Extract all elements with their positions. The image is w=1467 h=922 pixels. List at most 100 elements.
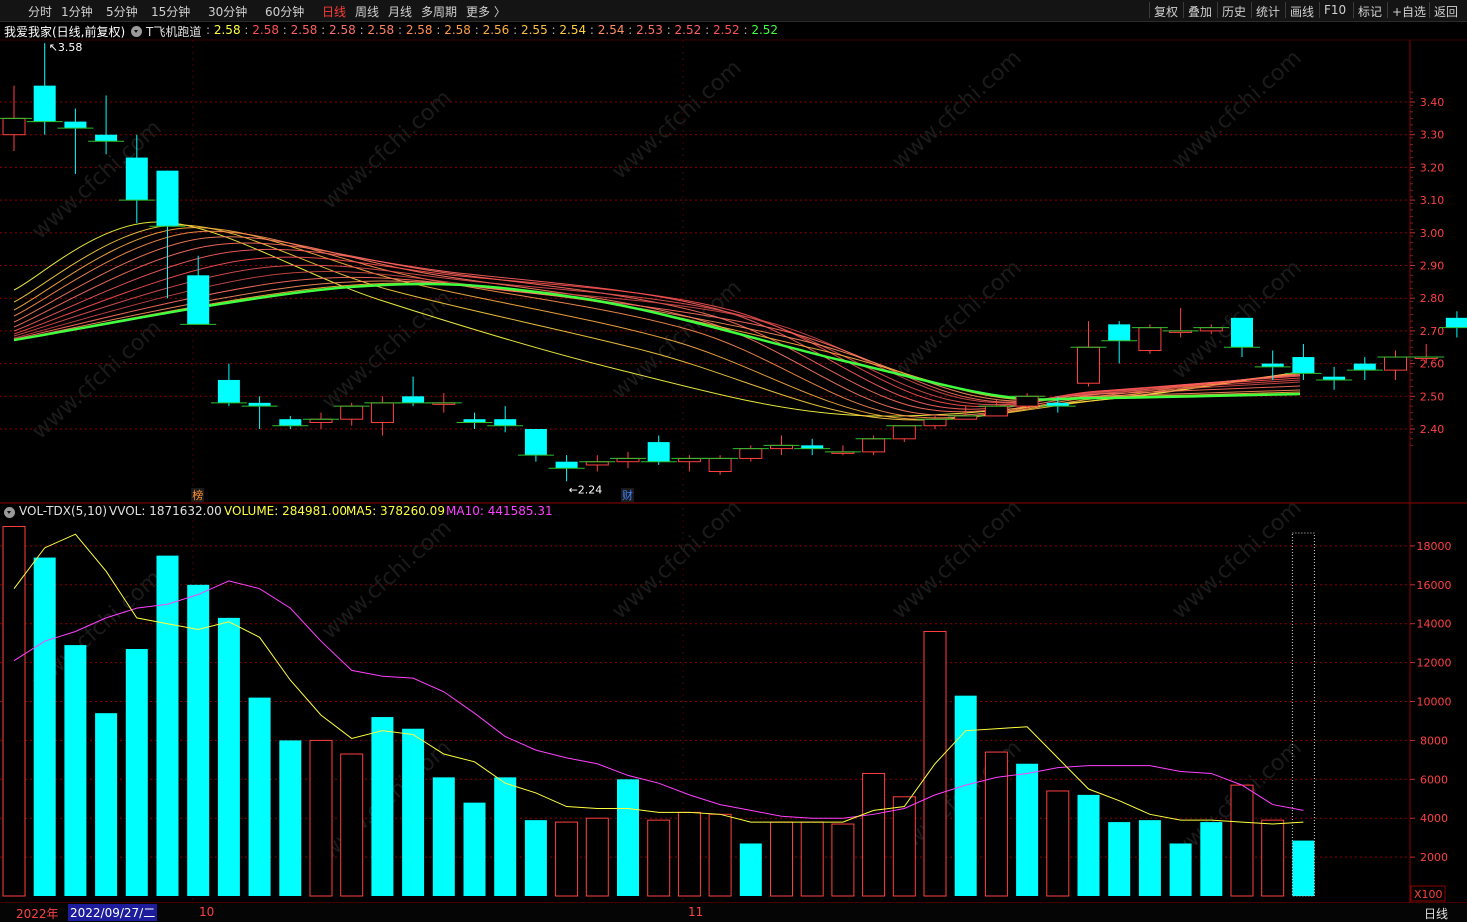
watermark-text: www.cfchi.com [317,86,456,215]
volume-bar-up [862,772,886,897]
indicator-value-5: 2.58 [405,23,433,37]
candle-body-up [708,457,732,473]
value-separator: : [240,23,253,37]
indicator-value-14: 2.52 [751,23,779,37]
candle-body-up [1015,395,1039,407]
volume-bar-up [800,821,824,897]
volume-bar-down [1200,822,1223,896]
value-separator: : [470,23,483,37]
indicator-value-9: 2.54 [559,23,587,37]
candle-body-up [739,448,763,459]
indicator-value-1: 2.58 [252,23,279,37]
vvol-value: VVOL: 1871632.00 [109,504,222,518]
volume-bar-down [371,717,394,896]
indicator-value-7: 2.56 [482,23,510,37]
volume-indicator-title: VOL-TDX(5,10) [19,504,108,518]
volume-bar-down [402,728,425,896]
indicator-value-2: 2.58 [290,23,318,37]
volume-bar-down [1292,840,1315,896]
indicator-value-10: 2.54 [597,23,625,37]
candle-body-down [156,170,179,227]
value-separator: : [662,23,675,37]
volume-bar-down [954,695,977,896]
candle-body-up [984,405,1008,417]
month-label-oct: 10 [199,905,215,919]
volume-bar-down [524,820,547,896]
volume-bar-down [279,740,302,896]
indicator-name: T飞机跑道 [146,25,202,39]
volume-bar-up [831,823,855,897]
volume-tick-label: 10000 [1417,696,1452,709]
runway-line [13,242,1301,413]
watermark-text: www.cfchi.com [317,516,456,645]
candle-body-up [2,117,26,136]
price-tick-label: 2.60 [1420,358,1445,371]
price-tick-label: 2.70 [1420,325,1445,338]
candle-body-down [647,442,670,462]
candle-body-down [187,275,210,325]
volume-bar-down [617,779,639,896]
indicator-value-8: 2.55 [520,23,548,37]
volume-bar-down [1169,843,1192,896]
candle-body-down [125,157,148,201]
volume-bar-up [1261,819,1285,897]
volume-tick-label: 2000 [1420,851,1448,864]
price-tick-label: 2.50 [1420,390,1445,403]
volume-bar-down [1108,822,1131,896]
volume-bar-down [217,617,240,896]
volume-bar-down [95,713,118,896]
indicator-value-12: 2.52 [674,23,702,37]
candle-body-down [1445,317,1467,328]
candle-body-up [370,402,394,423]
candle-body-up [923,418,947,427]
volume-bar-up [1230,784,1254,897]
stock-chart: 3.40 3.30 3.20 3.10 3.00 2.90 2.80 2.70 2.60 2.50… [0,39,1467,904]
period-label: 日线 [1424,907,1449,921]
volume-bar-up [647,819,671,897]
volume-bar-up [677,811,701,897]
volume-bar-up [892,796,916,897]
watermark-text: www.cfchi.com [1167,496,1306,625]
price-tick-label: 2.40 [1420,423,1445,436]
volume-tick-label: 16000 [1417,579,1452,592]
candle-body-down [64,121,87,129]
candle-body-up [1138,327,1162,352]
indicator-menu-icon[interactable] [131,26,142,37]
candle-body-down [1108,324,1131,341]
watermark-text: www.cfchi.com [607,276,746,405]
volume-indicator-menu-icon[interactable] [4,507,15,518]
volume-bar-up [1046,790,1070,897]
event-marker: 财 [622,488,633,502]
value-separator: : [701,23,713,37]
stock-label: 我爱我家(日线,前复权) [4,25,126,39]
price-tick-label: 3.40 [1420,96,1445,109]
date-axis: 2022年 2022/09/27/二 10 11 日线 [0,903,1467,922]
volume-tick-label: 12000 [1417,657,1452,670]
volume-bar-down [1138,820,1161,896]
price-tick-label: 2.80 [1420,292,1445,305]
indicator-value-0: 2.58 [213,23,241,37]
value-separator: : [206,23,214,37]
volume-bar-up [555,821,579,897]
value-separator: : [509,23,521,37]
indicator-value-4: 2.58 [367,23,395,37]
indicator-values: : 2.58 : 2.58 : 2.58 : 2.58 : 2.58 : 2.5… [206,23,778,37]
value-separator: : [586,23,598,37]
watermark-text: www.cfchi.com [1167,46,1306,175]
ma10-value: MA10: 441585.31 [446,504,553,518]
value-separator: : [355,23,368,37]
volume-bar-down [1016,763,1039,896]
candle-body-up [1077,346,1100,384]
month-label-nov: 11 [688,905,704,919]
price-tick-label: 3.00 [1420,227,1445,240]
volume-bar-up [984,751,1008,897]
volume-bar-up [309,739,333,897]
volume-bar-down [432,777,455,896]
candle-body-down [402,396,425,403]
volume-bar-down [187,584,210,896]
watermark-text: www.cfchi.com [887,496,1026,625]
candle-body-down [1292,357,1315,374]
value-separator: : [278,23,291,37]
volume-bar-down [125,648,148,896]
volume-bar-down [33,557,56,896]
